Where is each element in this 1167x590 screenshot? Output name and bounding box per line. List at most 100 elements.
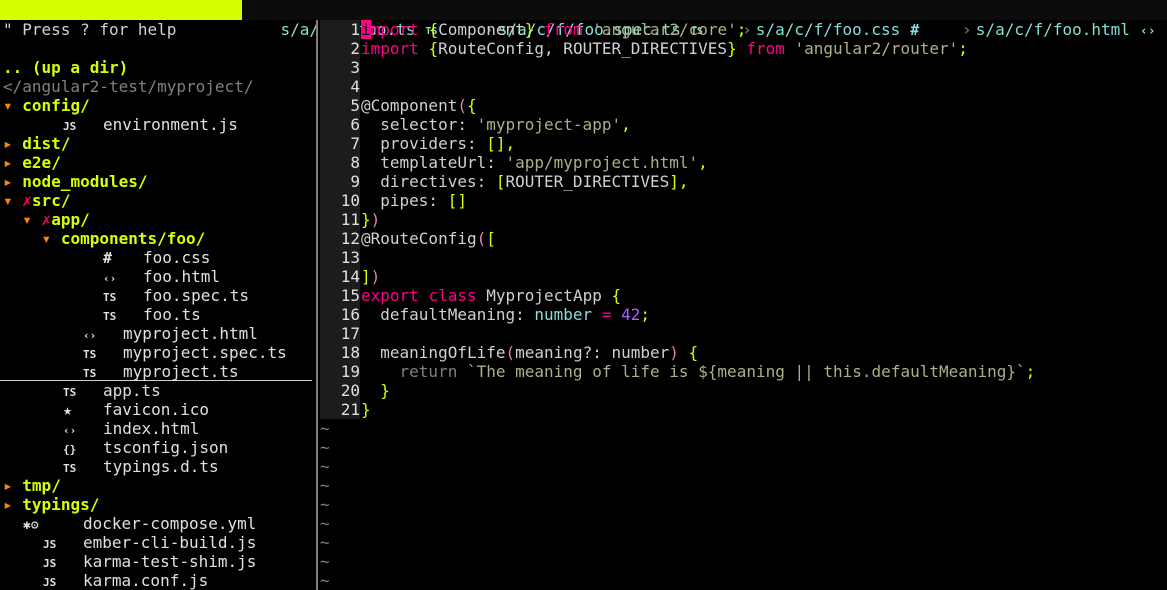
line-number: 4 bbox=[320, 77, 360, 96]
tree-file-tsconfig-json[interactable]: {} tsconfig.json bbox=[0, 438, 312, 457]
tree-dir-app[interactable]: ▾ ✗app/ bbox=[0, 210, 312, 229]
code-token: { bbox=[428, 20, 439, 39]
file-label: tsconfig.json bbox=[103, 438, 229, 457]
code-line: 4 bbox=[320, 77, 1167, 96]
file-label: typings.d.ts bbox=[103, 457, 219, 476]
code-line: 11}) bbox=[320, 210, 1167, 229]
code-line: 21} bbox=[320, 400, 1167, 419]
code-line: 1import {Component} from 'angular2/core'… bbox=[320, 20, 1167, 39]
dir-label: e2e bbox=[22, 153, 52, 172]
tree-file-karma-conf[interactable]: JS karma.conf.js bbox=[0, 571, 312, 590]
line-number: 10 bbox=[320, 191, 360, 210]
tree-file-myproject-ts[interactable]: TS myproject.ts bbox=[0, 362, 312, 381]
tree-dir-tmp[interactable]: ▸ tmp/ bbox=[0, 476, 312, 495]
css-icon: # bbox=[103, 249, 113, 267]
tree-file-typings-d-ts[interactable]: TS typings.d.ts bbox=[0, 457, 312, 476]
chevron-down-icon: ▾ bbox=[3, 191, 13, 210]
line-number: 13 bbox=[320, 248, 360, 267]
tree-file-foo-ts[interactable]: TS foo.ts bbox=[0, 305, 312, 324]
tree-file-favicon-ico[interactable]: ★ favicon.ico bbox=[0, 400, 312, 419]
tree-file-myproject-spec-ts[interactable]: TS myproject.spec.ts bbox=[0, 343, 312, 362]
code-line: 12@RouteConfig([ bbox=[320, 229, 1167, 248]
line-number: 21 bbox=[320, 400, 360, 419]
tab-foo-ts[interactable]: s/a/c/f/foo.tsTS bbox=[242, 0, 438, 39]
dir-label: app bbox=[51, 210, 81, 229]
code-line: 10 pipes: [] bbox=[320, 191, 1167, 210]
tree-file-docker-compose[interactable]: ✱⚙ docker-compose.yml bbox=[0, 514, 312, 533]
tab-foo-html[interactable]: › s/a/c/f/foo.html ‹› bbox=[914, 0, 1167, 39]
tree-dir-dist[interactable]: ▸ dist/ bbox=[0, 134, 312, 153]
tab-foo-css[interactable]: › s/a/c/f/foo.css # bbox=[694, 0, 919, 39]
tree-file-environment-js[interactable]: JS environment.js bbox=[0, 115, 312, 134]
typescript-icon: TS bbox=[63, 462, 77, 475]
dir-label: config bbox=[22, 96, 81, 115]
empty-line-marker: ~ bbox=[320, 495, 330, 514]
tree-dir-node-modules[interactable]: ▸ node_modules/ bbox=[0, 172, 312, 191]
file-label: foo.ts bbox=[143, 305, 201, 324]
file-label: ember-cli-build.js bbox=[83, 533, 257, 552]
line-number: 19 bbox=[320, 362, 360, 381]
code-line: 5@Component({ bbox=[320, 96, 1167, 115]
git-modified-icon: ✗ bbox=[41, 210, 52, 229]
empty-line-marker: ~ bbox=[320, 571, 330, 590]
tree-dir-src[interactable]: ▾ ✗src/ bbox=[0, 191, 312, 210]
file-label: myproject.ts bbox=[123, 362, 239, 381]
tree-file-index-html[interactable]: ‹› index.html bbox=[0, 419, 312, 438]
tree-file-ember-cli-build[interactable]: JS ember-cli-build.js bbox=[0, 533, 312, 552]
file-label: foo.html bbox=[143, 267, 221, 286]
line-number: 20 bbox=[320, 381, 360, 400]
code-line: 6 selector: 'myproject-app', bbox=[320, 115, 1167, 134]
code-line: 14]) bbox=[320, 267, 1167, 286]
line-number: 17 bbox=[320, 324, 360, 343]
code-editor[interactable]: 1import {Component} from 'angular2/core'… bbox=[320, 20, 1167, 590]
tree-dir-typings[interactable]: ▸ typings/ bbox=[0, 495, 312, 514]
tree-dir-e2e[interactable]: ▸ e2e/ bbox=[0, 153, 312, 172]
code-line: 8 templateUrl: 'app/myproject.html', bbox=[320, 153, 1167, 172]
code-line: 15export class MyprojectApp { bbox=[320, 286, 1167, 305]
chevron-right-icon: ▸ bbox=[3, 134, 13, 153]
line-number: 1 bbox=[320, 20, 360, 39]
empty-line-marker: ~ bbox=[320, 419, 330, 438]
code-line: 17 bbox=[320, 324, 1167, 343]
chevron-right-icon: ▸ bbox=[3, 172, 13, 191]
line-number: 18 bbox=[320, 343, 360, 362]
tab-myproject-ts[interactable]: s/a/myproject.ts TS bbox=[0, 0, 242, 39]
code-line: 19 return `The meaning of life is ${mean… bbox=[320, 362, 1167, 381]
tree-up-dir[interactable]: .. (up a dir) bbox=[0, 58, 312, 77]
tree-file-karma-test-shim[interactable]: JS karma-test-shim.js bbox=[0, 552, 312, 571]
tab-line: s/a/myproject.tsTS s/a/c/f/foo.tsTS ›s/a… bbox=[0, 0, 1167, 39]
line-number: 5 bbox=[320, 96, 360, 115]
file-label: index.html bbox=[103, 419, 200, 438]
dir-label: node_modules bbox=[22, 172, 138, 191]
tree-file-foo-html[interactable]: ‹› foo.html bbox=[0, 267, 312, 286]
dir-label: components/foo bbox=[60, 229, 196, 248]
line-number: 7 bbox=[320, 134, 360, 153]
chevron-right-icon: ▸ bbox=[3, 153, 13, 172]
code-line: 7 providers: [], bbox=[320, 134, 1167, 153]
empty-line-marker: ~ bbox=[320, 438, 330, 457]
code-line: 20 } bbox=[320, 381, 1167, 400]
tab-foo-spec-ts[interactable]: › s/a/c/f/foo.spec.ts TS bbox=[436, 0, 703, 39]
tree-dir-components-foo[interactable]: ▾ components/foo/ bbox=[0, 229, 312, 248]
code-line: 3 bbox=[320, 58, 1167, 77]
dir-label: src bbox=[31, 191, 61, 210]
tree-file-foo-spec-ts[interactable]: TS foo.spec.ts bbox=[0, 286, 312, 305]
code-line: 18 meaningOfLife(meaning?: number) { bbox=[320, 343, 1167, 362]
file-label: karma.conf.js bbox=[83, 571, 209, 590]
tree-file-myproject-html[interactable]: ‹› myproject.html bbox=[0, 324, 312, 343]
keyword-import-tail: mport bbox=[370, 20, 419, 39]
window-split-divider[interactable] bbox=[316, 20, 318, 590]
dir-label: dist bbox=[22, 134, 61, 153]
tree-file-app-ts[interactable]: TS app.ts bbox=[0, 381, 312, 400]
tree-file-foo-css[interactable]: # foo.css bbox=[0, 248, 312, 267]
chevron-down-icon: ▾ bbox=[22, 210, 32, 229]
code-line: 2import {RouteConfig, ROUTER_DIRECTIVES}… bbox=[320, 39, 1167, 58]
tree-dir-config[interactable]: ▾ config/ bbox=[0, 96, 312, 115]
code-token: 'angular2/core' bbox=[592, 20, 737, 39]
line-number: 6 bbox=[320, 115, 360, 134]
dir-label: tmp bbox=[22, 476, 52, 495]
chevron-down-icon: ▾ bbox=[41, 229, 52, 248]
